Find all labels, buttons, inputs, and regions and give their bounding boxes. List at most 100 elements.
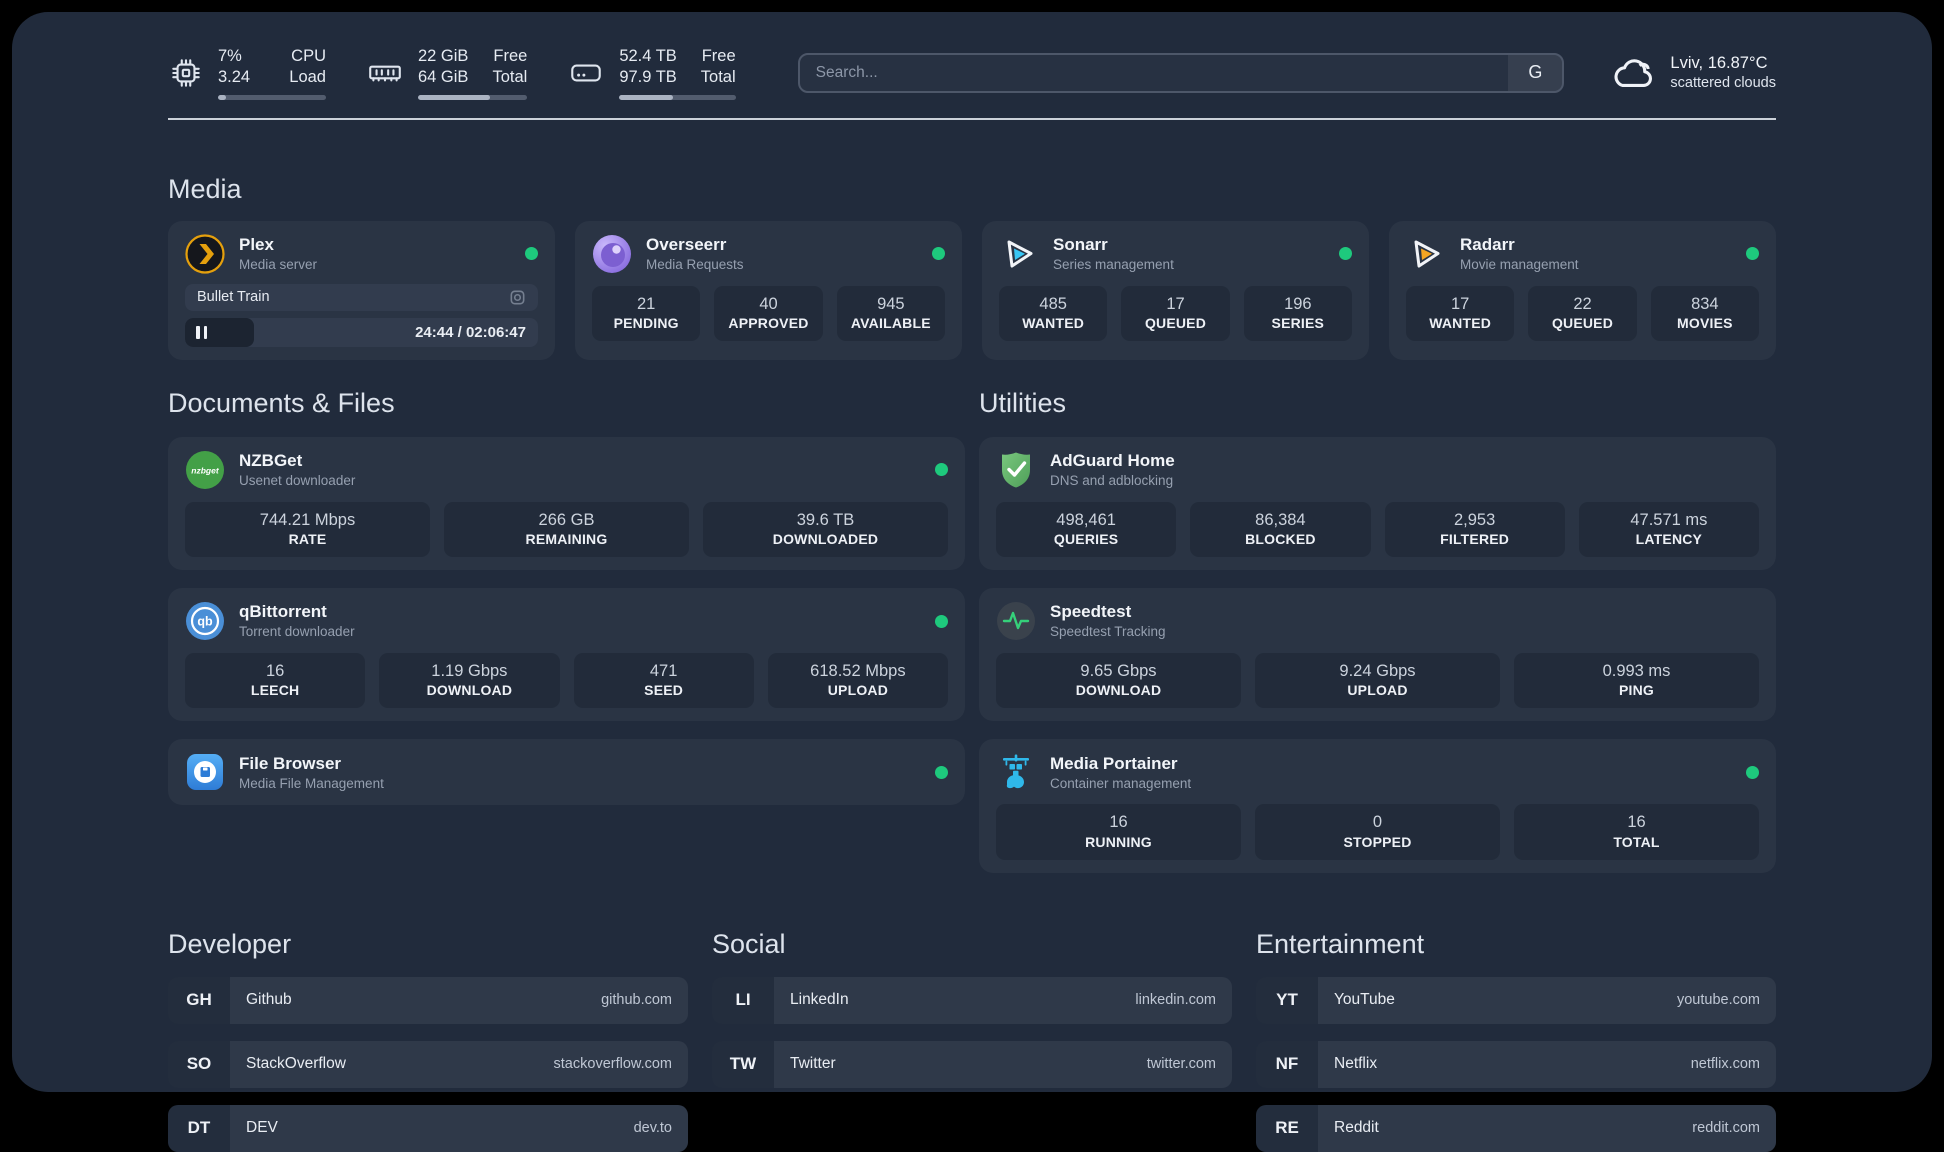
- overseerr-icon: [592, 234, 632, 274]
- now-playing: Bullet Train 24:44 / 02:06:47: [185, 284, 538, 347]
- link-name: YouTube: [1334, 991, 1395, 1009]
- memory-free-label: Free: [492, 46, 527, 67]
- section-title-utilities: Utilities: [979, 388, 1776, 419]
- app-card-overseerr[interactable]: Overseerr Media Requests 21PENDING 40APP…: [575, 221, 962, 360]
- cpu-icon: [168, 55, 204, 91]
- stat-pill: 16RUNNING: [996, 804, 1241, 859]
- link-github[interactable]: GH Githubgithub.com: [168, 977, 688, 1024]
- app-subtitle: Usenet downloader: [239, 472, 355, 490]
- nzbget-icon: nzbget: [185, 450, 225, 490]
- links-column-developer: Developer GH Githubgithub.com SO StackOv…: [168, 929, 688, 1152]
- app-title: AdGuard Home: [1050, 450, 1175, 472]
- cpu-load-label: Load: [289, 67, 326, 88]
- memory-total: 64 GiB: [418, 67, 468, 88]
- stat-pill: 0.993 msPING: [1514, 653, 1759, 708]
- app-card-file-browser[interactable]: File Browser Media File Management: [168, 739, 965, 805]
- file-browser-icon: [185, 752, 225, 792]
- app-subtitle: Series management: [1053, 256, 1174, 274]
- link-url: twitter.com: [1147, 1056, 1216, 1072]
- app-card-qbittorrent[interactable]: qb qBittorrent Torrent downloader 16LEEC…: [168, 588, 965, 721]
- disk-icon: [567, 55, 605, 91]
- svg-text:qb: qb: [197, 615, 213, 629]
- stat-pill: 9.24 GbpsUPLOAD: [1255, 653, 1500, 708]
- playback-progress-bar[interactable]: 24:44 / 02:06:47: [185, 318, 538, 347]
- link-name: Reddit: [1334, 1119, 1379, 1137]
- section-title-documents: Documents & Files: [168, 388, 965, 419]
- search-provider-button[interactable]: G: [1508, 55, 1562, 91]
- cpu-progress-bar: [218, 95, 326, 100]
- links-column-entertainment: Entertainment YT YouTubeyoutube.com NF N…: [1256, 929, 1776, 1152]
- status-indicator: [1746, 247, 1759, 260]
- app-card-portainer[interactable]: Media Portainer Container management 16R…: [979, 739, 1776, 872]
- memory-total-label: Total: [492, 67, 527, 88]
- link-twitter[interactable]: TW Twitter twitter.com: [712, 1041, 1232, 1088]
- cpu-label: CPU: [289, 46, 326, 67]
- pause-icon[interactable]: [196, 326, 207, 339]
- stat-pill: 22QUEUED: [1528, 286, 1636, 341]
- link-stackoverflow[interactable]: SO StackOverflowstackoverflow.com: [168, 1041, 688, 1088]
- app-subtitle: Speedtest Tracking: [1050, 623, 1166, 641]
- twitter-icon: TW: [712, 1041, 774, 1088]
- storage-total: 97.9 TB: [619, 67, 676, 88]
- header: 7%3.24 CPULoad 22 GiB64 GiB Free: [168, 46, 1776, 100]
- links-grid: Developer GH Githubgithub.com SO StackOv…: [168, 929, 1776, 1152]
- app-subtitle: Movie management: [1460, 256, 1579, 274]
- dashboard: 7%3.24 CPULoad 22 GiB64 GiB Free: [12, 12, 1932, 1092]
- qbittorrent-icon: qb: [185, 601, 225, 641]
- app-card-radarr[interactable]: Radarr Movie management 17WANTED 22QUEUE…: [1389, 221, 1776, 360]
- stat-pill: 834MOVIES: [1651, 286, 1759, 341]
- playback-time: 24:44 / 02:06:47: [415, 318, 526, 347]
- header-divider: [168, 118, 1776, 120]
- status-indicator: [1746, 766, 1759, 779]
- link-url: reddit.com: [1692, 1120, 1760, 1136]
- storage-free: 52.4 TB: [619, 46, 676, 67]
- svg-text:nzbget: nzbget: [191, 465, 220, 475]
- speedtest-icon: [996, 601, 1036, 641]
- link-url: linkedin.com: [1135, 992, 1216, 1008]
- stat-pill: 39.6 TBDOWNLOADED: [703, 502, 948, 557]
- stat-pill: 471SEED: [574, 653, 754, 708]
- app-card-speedtest[interactable]: Speedtest Speedtest Tracking 9.65 GbpsDO…: [979, 588, 1776, 721]
- section-title-developer: Developer: [168, 929, 688, 960]
- reddit-icon: RE: [1256, 1105, 1318, 1152]
- app-card-adguard[interactable]: AdGuard Home DNS and adblocking 498,461Q…: [979, 437, 1776, 570]
- adguard-icon: [996, 450, 1036, 490]
- search-input[interactable]: [800, 55, 1509, 91]
- link-name: LinkedIn: [790, 991, 849, 1009]
- app-title: qBittorrent: [239, 601, 355, 623]
- link-youtube[interactable]: YT YouTubeyoutube.com: [1256, 977, 1776, 1024]
- app-subtitle: Media File Management: [239, 775, 384, 793]
- link-netflix[interactable]: NF Netflixnetflix.com: [1256, 1041, 1776, 1088]
- cpu-load-value: 3.24: [218, 67, 250, 88]
- stat-pill: 266 GBREMAINING: [444, 502, 689, 557]
- link-name: DEV: [246, 1119, 278, 1137]
- link-name: Twitter: [790, 1055, 836, 1073]
- weather-widget[interactable]: Lviv, 16.87°C scattered clouds: [1610, 52, 1776, 94]
- app-card-sonarr[interactable]: Sonarr Series management 485WANTED 17QUE…: [982, 221, 1369, 360]
- link-linkedin[interactable]: LI LinkedInlinkedin.com: [712, 977, 1232, 1024]
- storage-progress-bar: [619, 95, 735, 100]
- app-title: Media Portainer: [1050, 753, 1191, 775]
- github-icon: GH: [168, 977, 230, 1024]
- status-indicator: [935, 615, 948, 628]
- cpu-stat: 7%3.24 CPULoad: [168, 46, 326, 100]
- app-card-plex[interactable]: Plex Media server Bullet Train 24:44 / 0…: [168, 221, 555, 360]
- storage-total-label: Total: [701, 67, 736, 88]
- link-name: Github: [246, 991, 292, 1009]
- app-subtitle: Media Requests: [646, 256, 744, 274]
- app-title: Sonarr: [1053, 234, 1174, 256]
- link-name: Netflix: [1334, 1055, 1377, 1073]
- section-title-social: Social: [712, 929, 1232, 960]
- plex-icon: [185, 234, 225, 274]
- app-title: Overseerr: [646, 234, 744, 256]
- app-subtitle: DNS and adblocking: [1050, 472, 1175, 490]
- app-card-nzbget[interactable]: nzbget NZBGet Usenet downloader 744.21 M…: [168, 437, 965, 570]
- stat-pill: 16TOTAL: [1514, 804, 1759, 859]
- stat-pill: 744.21 MbpsRATE: [185, 502, 430, 557]
- link-dev[interactable]: DT DEVdev.to: [168, 1105, 688, 1152]
- links-column-social: Social LI LinkedInlinkedin.com TW Twitte…: [712, 929, 1232, 1088]
- app-subtitle: Media server: [239, 256, 317, 274]
- stat-pill: 2,953FILTERED: [1385, 502, 1565, 557]
- link-reddit[interactable]: RE Reddit reddit.com: [1256, 1105, 1776, 1152]
- stat-pill: 16LEECH: [185, 653, 365, 708]
